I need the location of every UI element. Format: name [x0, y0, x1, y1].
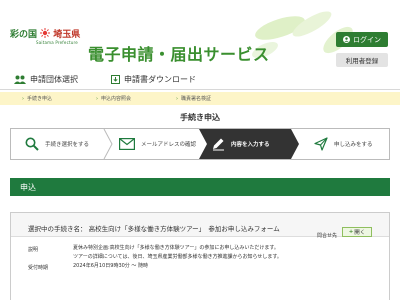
page-title: 手続き申込 — [180, 113, 220, 122]
site-title: 電子申請・届出サービス — [88, 45, 270, 64]
reception-period-value: 2024年6月10日9時30分 〜 随時 — [73, 263, 148, 269]
link-label: 手続き申込 — [27, 96, 53, 102]
plus-icon: + — [348, 229, 354, 235]
register-button[interactable]: 利用者登録 — [336, 53, 388, 67]
header: 彩の国 埼玉県 Saitama Prefecture 電子申請・届出サービス ロ… — [0, 0, 400, 68]
logo-main-text: 彩の国 — [10, 30, 38, 40]
link-label: 申込内容照会 — [101, 96, 132, 102]
logo-sub-text: Saitama Prefecture — [36, 40, 78, 45]
selected-procedure-name: 選択中の手続き名： 高校生向け「多様な働き方体験ツアー」 参加お申し込みフォーム — [28, 225, 280, 233]
people-icon — [14, 75, 26, 84]
login-label: ログイン — [353, 35, 381, 44]
send-icon — [314, 137, 328, 151]
step-label: メールアドレスの確認 — [141, 142, 197, 148]
nav-item-label: 申請書ダウンロード — [124, 75, 196, 84]
reception-period-label: 受付時期 — [28, 265, 49, 271]
open-label: 開く — [354, 230, 366, 236]
link-apply[interactable]: › 手続き申込 — [22, 95, 52, 102]
step-confirm-email: メールアドレスの確認 — [119, 129, 196, 159]
function-links-bar: › 手続き申込 › 申込内容照会 › 職責署名検証 — [0, 92, 400, 105]
link-signature-verify[interactable]: › 職責署名検証 — [176, 95, 211, 102]
sun-mark-icon — [40, 28, 51, 38]
contact-label: 問合せ先 — [317, 233, 338, 239]
link-label: 職責署名検証 — [181, 96, 212, 102]
contact-open-button[interactable]: + 開く — [342, 227, 372, 237]
section-heading: 申込 — [10, 178, 390, 196]
step-label: 内容を入力する — [231, 142, 270, 148]
pencil-icon — [213, 138, 224, 151]
description-label: 説明 — [28, 247, 39, 253]
page: 彩の国 埼玉県 Saitama Prefecture 電子申請・届出サービス ロ… — [0, 0, 400, 300]
search-icon — [25, 137, 39, 151]
step-submit: 申し込みをする — [314, 129, 373, 159]
top-nav: 申請団体選択 申請書ダウンロード — [0, 72, 400, 90]
step-select-procedure: 手続き選択をする — [25, 129, 89, 159]
procedure-detail-card: 選択中の手続き名： 高校生向け「多様な働き方体験ツアー」 参加お申し込みフォーム… — [10, 212, 390, 300]
step-separator — [103, 129, 113, 159]
description-line: ツアーの詳細については、後日、埼玉県産業労働部多様な働き方推進課からお知らせしま… — [73, 254, 282, 260]
mail-icon — [119, 138, 135, 150]
nav-item-download[interactable]: 申請書ダウンロード — [111, 74, 196, 85]
chevron-right-icon: › — [96, 96, 98, 102]
step-enter-content: 内容を入力する — [211, 129, 270, 159]
prefecture-logo[interactable]: 彩の国 埼玉県 Saitama Prefecture — [10, 28, 80, 45]
nav-item-group-select[interactable]: 申請団体選択 — [14, 74, 78, 85]
description-line: 夏休み特別企画:高校生向け「多様な働き方体験ツアー」の参加にお申し込みいただけま… — [73, 245, 279, 251]
progress-steps: 手続き選択をする メールアドレスの確認 内容を入力する 申し込みをする — [10, 128, 390, 160]
step-label: 手続き選択をする — [45, 142, 90, 148]
link-inquiry[interactable]: › 申込内容照会 — [96, 95, 131, 102]
user-icon — [343, 36, 350, 43]
nav-item-label: 申請団体選択 — [30, 75, 78, 84]
chevron-right-icon: › — [176, 96, 178, 102]
step-label: 申し込みをする — [334, 142, 373, 148]
login-button[interactable]: ログイン — [336, 32, 388, 47]
logo-pref-text: 埼玉県 — [53, 30, 81, 40]
download-icon — [111, 75, 120, 84]
chevron-right-icon: › — [22, 96, 24, 102]
